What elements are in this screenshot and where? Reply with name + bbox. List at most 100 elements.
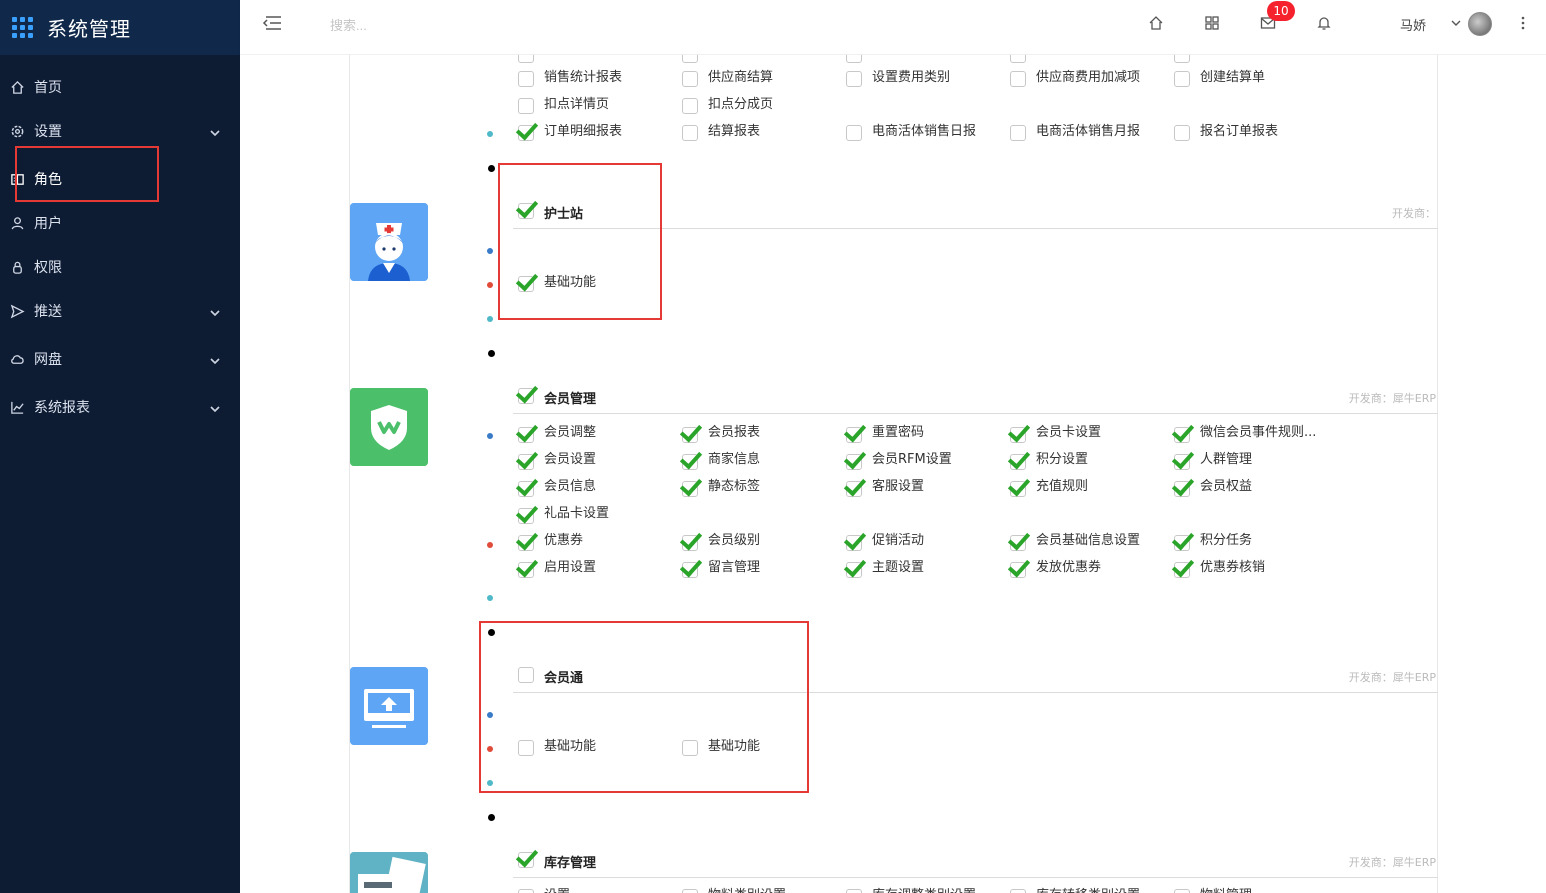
- sidebar-item-system-report[interactable]: 系统报表: [0, 385, 240, 429]
- checkbox[interactable]: [1174, 535, 1190, 551]
- checkbox[interactable]: [1010, 562, 1026, 578]
- sidebar-item-label: 首页: [34, 80, 62, 96]
- permission-label: 设置费用类别: [872, 70, 951, 85]
- checkbox[interactable]: [1174, 427, 1190, 443]
- permission-label: 优惠券: [544, 533, 584, 548]
- user-name[interactable]: 马娇: [1400, 15, 1426, 34]
- checkbox[interactable]: [1010, 454, 1026, 470]
- checkbox[interactable]: [1010, 71, 1026, 87]
- checkbox[interactable]: [846, 481, 862, 497]
- permission-label: 留言管理: [708, 560, 761, 575]
- checkbox[interactable]: [846, 55, 862, 63]
- cloud-icon: [9, 351, 25, 367]
- permission-label: 库存调整类别设置: [872, 884, 976, 893]
- checkbox[interactable]: [682, 562, 698, 578]
- developer-label: 开发商：犀牛ERP: [1348, 671, 1436, 684]
- sidebar-item-label: 网盘: [34, 352, 62, 368]
- checkbox[interactable]: [1174, 71, 1190, 87]
- home-icon: [9, 79, 25, 95]
- sidebar-item-user[interactable]: 用户: [0, 201, 240, 245]
- permission-label: 会员权益: [1200, 479, 1253, 494]
- checkbox[interactable]: [1010, 481, 1026, 497]
- permission-label: 会员RFM设置: [872, 452, 952, 467]
- checkbox[interactable]: [1010, 889, 1026, 893]
- developer-label: 开发商：犀牛ERP: [1348, 856, 1436, 869]
- checkbox[interactable]: [682, 427, 698, 443]
- sidebar-logo: 系统管理: [0, 0, 240, 55]
- permission-label: 积分任务: [1200, 533, 1253, 548]
- checkbox[interactable]: [518, 55, 534, 63]
- sidebar-item-label: 设置: [34, 124, 62, 140]
- checkbox[interactable]: [682, 125, 698, 141]
- checkbox[interactable]: [518, 508, 534, 524]
- member-management-checkbox[interactable]: [518, 388, 534, 404]
- highlight-box: [15, 146, 159, 202]
- inventory-checkbox[interactable]: [518, 852, 534, 868]
- checkbox[interactable]: [1174, 55, 1190, 63]
- permission-label: 设置: [544, 884, 570, 893]
- checkbox[interactable]: [846, 454, 862, 470]
- sidebar-item-label: 系统报表: [34, 400, 90, 416]
- checkbox[interactable]: [1010, 55, 1026, 63]
- checkbox[interactable]: [518, 427, 534, 443]
- sidebar-item-home[interactable]: 首页: [0, 65, 240, 109]
- permission-label: 礼品卡设置: [544, 506, 610, 521]
- sidebar-item-push[interactable]: 推送: [0, 289, 240, 333]
- checkbox[interactable]: [846, 889, 862, 893]
- sidebar-item-label: 用户: [34, 216, 62, 232]
- checkbox[interactable]: [1174, 481, 1190, 497]
- permission-label: 发放优惠券: [1036, 560, 1102, 575]
- permission-label: 优惠券核销: [1200, 560, 1266, 575]
- permission-label: 会员调整: [544, 425, 597, 440]
- search-input[interactable]: [330, 14, 530, 36]
- checkbox[interactable]: [682, 98, 698, 114]
- checkbox[interactable]: [682, 889, 698, 893]
- checkbox[interactable]: [1174, 889, 1190, 893]
- checkbox[interactable]: [682, 71, 698, 87]
- checkbox[interactable]: [1174, 125, 1190, 141]
- sidebar-item-cloud-disk[interactable]: 网盘: [0, 337, 240, 381]
- avatar[interactable]: [1468, 12, 1492, 36]
- permission-label: 客服设置: [872, 479, 925, 494]
- checkbox[interactable]: [518, 454, 534, 470]
- bell-icon[interactable]: [1314, 13, 1334, 33]
- sidebar-toggle-icon[interactable]: [262, 14, 282, 36]
- permission-label: 电商活体销售月报: [1036, 124, 1141, 139]
- timeline-dot: [487, 542, 493, 548]
- timeline-dot: [487, 131, 493, 137]
- permission-label: 会员基础信息设置: [1036, 533, 1141, 548]
- checkbox[interactable]: [682, 55, 698, 63]
- user-icon: [9, 215, 25, 231]
- checkbox[interactable]: [1174, 562, 1190, 578]
- checkbox[interactable]: [518, 535, 534, 551]
- checkbox[interactable]: [846, 535, 862, 551]
- checkbox[interactable]: [846, 125, 862, 141]
- checkbox[interactable]: [1010, 427, 1026, 443]
- checkbox[interactable]: [682, 481, 698, 497]
- checkbox[interactable]: [1174, 454, 1190, 470]
- checkbox[interactable]: [846, 427, 862, 443]
- timeline-dot: [487, 316, 493, 322]
- more-vertical-icon[interactable]: [1513, 13, 1533, 33]
- permission-label: 主题设置: [872, 560, 925, 575]
- checkbox[interactable]: [518, 889, 534, 893]
- checkbox[interactable]: [1010, 535, 1026, 551]
- checkbox[interactable]: [846, 71, 862, 87]
- checkbox[interactable]: [518, 562, 534, 578]
- chevron-down-icon[interactable]: [1446, 13, 1466, 33]
- checkbox[interactable]: [518, 98, 534, 114]
- checkbox[interactable]: [682, 535, 698, 551]
- chevron-down-icon: [210, 353, 220, 369]
- checkbox[interactable]: [846, 562, 862, 578]
- apps-grid-icon[interactable]: [1202, 13, 1222, 33]
- checkbox[interactable]: [518, 125, 534, 141]
- sidebar-item-permission[interactable]: 权限: [0, 245, 240, 289]
- checkbox[interactable]: [518, 481, 534, 497]
- home-icon[interactable]: [1146, 13, 1166, 33]
- checkbox[interactable]: [1010, 125, 1026, 141]
- checkbox[interactable]: [682, 454, 698, 470]
- member-link-app-icon: [350, 667, 428, 745]
- permission-label: 供应商结算: [708, 70, 774, 85]
- checkbox[interactable]: [518, 71, 534, 87]
- timeline-dot: [487, 282, 493, 288]
